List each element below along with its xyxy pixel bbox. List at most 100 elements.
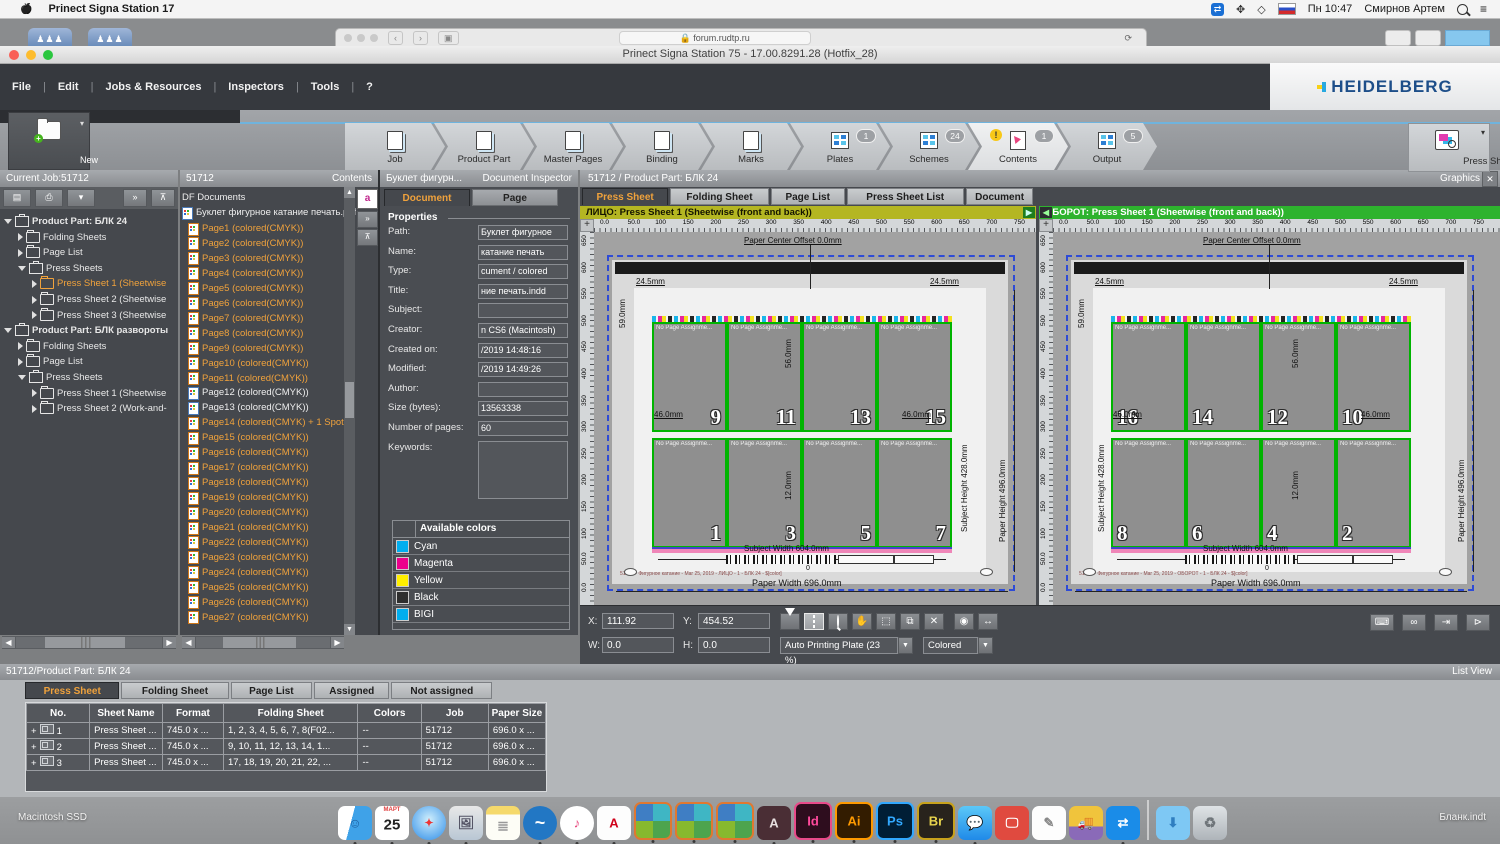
menubar-user[interactable]: Смирнов Артем [1364, 3, 1445, 15]
field-modified-[interactable]: /2019 14:49:26 [478, 362, 568, 377]
tree-expander-icon[interactable] [18, 342, 23, 350]
page-item[interactable]: Page14 (colored(CMYK) + 1 Spot c [188, 416, 351, 430]
color-row-bigi[interactable]: BIGI [393, 606, 569, 623]
tree-expander-icon[interactable] [18, 358, 23, 366]
page-item[interactable]: Page22 (colored(CMYK)) [188, 536, 309, 550]
page-slot[interactable]: No Page Assignme...2 [1336, 438, 1411, 548]
tree-item-folding-sheets[interactable]: Folding Sheets [18, 230, 106, 245]
job-menu-button[interactable]: ▾ [67, 189, 95, 207]
tab-folding-sheet[interactable]: Folding Sheet [121, 682, 228, 699]
window-titlebar[interactable]: Prinect Signa Station 75 - 17.00.8291.28… [0, 46, 1500, 64]
tree-expander-icon[interactable] [18, 266, 26, 271]
page-item[interactable]: Page6 (colored(CMYK)) [188, 297, 303, 311]
expand-all-button[interactable]: » [123, 189, 147, 207]
color-mode-dropdown-arrow-icon[interactable]: ▼ [978, 637, 993, 654]
ink-tool[interactable]: ◉ [954, 613, 974, 630]
page-item[interactable]: Page3 (colored(CMYK)) [188, 252, 303, 266]
dock-icon-teamviewer[interactable]: ⇄ [1106, 806, 1140, 840]
job-tree-hscrollbar[interactable]: ◀ ▶ [2, 636, 176, 649]
prev-sheet-icon[interactable]: ◀ [1040, 207, 1052, 218]
dock-icon-shipping[interactable]: 🚚 [1069, 806, 1103, 840]
table-row[interactable]: +2Press Sheet ...745.0 x ...9, 10, 11, 1… [27, 739, 546, 755]
notification-center-icon[interactable]: ≡ [1480, 2, 1488, 16]
dock-icon-openoffice[interactable]: ~ [523, 806, 557, 840]
browser-forward-icon[interactable]: › [413, 31, 428, 45]
pin-button[interactable]: ⊼ [151, 189, 175, 207]
tree-item-product-part-блк-развороты[interactable]: Product Part: БЛК развороты [4, 323, 168, 338]
page-item[interactable]: Page12 (colored(CMYK)) [188, 386, 309, 400]
tree-item-press-sheets[interactable]: Press Sheets [18, 261, 103, 276]
minimize-window-icon[interactable] [26, 50, 36, 60]
menubar-clock[interactable]: Пн 10:47 [1308, 3, 1353, 15]
pdf-documents-root[interactable]: DF Documents [182, 191, 245, 205]
dock-icon-prinect-1[interactable] [634, 802, 672, 840]
sheet-title-bar[interactable]: ОБОРОТ: Press Sheet 1 (Sheetwise (front … [1039, 206, 1500, 219]
page-item[interactable]: Page15 (colored(CMYK)) [188, 431, 309, 445]
workflow-step-marks[interactable]: Marks [701, 123, 801, 170]
marquee-tool[interactable] [804, 613, 824, 630]
page-item[interactable]: Page25 (colored(CMYK)) [188, 581, 309, 595]
page-item[interactable]: Page20 (colored(CMYK)) [188, 506, 309, 520]
tree-item-page-list[interactable]: Page List [18, 354, 83, 369]
dock-icon-photos[interactable]: 🖼 [449, 806, 483, 840]
measure-check-button[interactable]: ⇥ [1434, 614, 1458, 631]
scroll-left-icon[interactable]: ◀ [182, 637, 195, 648]
dock-icon-downloads[interactable]: ⬇ [1156, 806, 1190, 840]
zoom-window-icon[interactable] [43, 50, 53, 60]
scroll-right-icon[interactable]: ▶ [163, 637, 176, 648]
tab-press-sheet[interactable]: Press Sheet [582, 188, 668, 205]
y-field[interactable]: 454.52 [698, 613, 770, 629]
plate-dropdown[interactable]: Auto Printing Plate (23 %) [780, 637, 898, 654]
tab-assigned[interactable]: Assigned [314, 682, 389, 699]
color-row-magenta[interactable]: Magenta [393, 555, 569, 572]
dock-icon-screen-sharing[interactable]: 🖵 [995, 806, 1029, 840]
menu-item-file[interactable]: File [0, 81, 43, 93]
save-button[interactable]: ▤ [3, 189, 31, 207]
page-item[interactable]: Page2 (colored(CMYK)) [188, 237, 303, 251]
page-item[interactable]: Page13 (colored(CMYK)) [188, 401, 309, 415]
dock-icon-acrobat[interactable]: A [597, 806, 631, 840]
pan-tool[interactable]: ✋ [852, 613, 872, 630]
browser-reload-icon[interactable]: ⟳ [1124, 33, 1132, 44]
new-button[interactable]: + ▾ New [8, 112, 90, 170]
tab-page-list[interactable]: Page List [771, 188, 845, 205]
page-item[interactable]: Page24 (colored(CMYK)) [188, 566, 309, 580]
contents-vscrollbar[interactable]: ▲ ▼ [344, 187, 355, 635]
print-button[interactable]: ⎙ [35, 189, 63, 207]
tab-page-list[interactable]: Page List [231, 682, 313, 699]
accessibility-icon[interactable]: ✥ [1236, 3, 1245, 16]
workflow-step-schemes[interactable]: 24Schemes [879, 123, 979, 170]
next-sheet-icon[interactable]: ▶ [1023, 207, 1035, 218]
workflow-step-job[interactable]: Job [345, 123, 445, 170]
dock-icon-finder[interactable]: ☺ [338, 806, 372, 840]
page-slot[interactable]: No Page Assignme...1 [652, 438, 727, 548]
page-item[interactable]: Page4 (colored(CMYK)) [188, 267, 303, 281]
page-slot[interactable]: No Page Assignme...14 [1186, 322, 1261, 432]
graphics-close-icon[interactable]: ✕ [1482, 171, 1498, 187]
dock-icon-photoshop[interactable]: Ps [876, 802, 914, 840]
tree-expander-icon[interactable] [4, 328, 12, 333]
press-sheet-dropdown-arrow-icon[interactable]: ▾ [1481, 128, 1485, 137]
page-flip-tool[interactable]: ⧉ [900, 613, 920, 630]
field-created-on-[interactable]: /2019 14:48:16 [478, 343, 568, 358]
menubar-app-name[interactable]: Prinect Signa Station 17 [48, 3, 174, 15]
color-row-cyan[interactable]: Cyan [393, 538, 569, 555]
cut-tool[interactable]: ✕ [924, 613, 944, 630]
dock-icon-textedit[interactable]: ✎ [1032, 806, 1066, 840]
page-item[interactable]: Page19 (colored(CMYK)) [188, 491, 309, 505]
column-header[interactable]: Paper Size [488, 704, 545, 723]
browser-address[interactable]: 🔒 forum.rudtp.ru [619, 31, 811, 45]
tree-item-press-sheet-2-sheetwise[interactable]: Press Sheet 2 (Sheetwise [32, 292, 166, 307]
dock-icon-prinect-2[interactable] [675, 802, 713, 840]
teamviewer-menubar-icon[interactable]: ⇄ [1211, 3, 1224, 16]
tree-expander-icon[interactable] [32, 296, 37, 304]
field-size-bytes-[interactable]: 13563338 [478, 401, 568, 416]
field-author-[interactable] [478, 382, 568, 397]
dock-icon-trash[interactable]: ♻ [1193, 806, 1227, 840]
tree-expander-icon[interactable] [32, 311, 37, 319]
workflow-step-plates[interactable]: 1Plates [790, 123, 890, 170]
page-item[interactable]: Page18 (colored(CMYK)) [188, 476, 309, 490]
scroll-left-icon[interactable]: ◀ [2, 637, 15, 648]
workflow-step-contents[interactable]: !1Contents [968, 123, 1068, 170]
page-item[interactable]: Page26 (colored(CMYK)) [188, 596, 309, 610]
